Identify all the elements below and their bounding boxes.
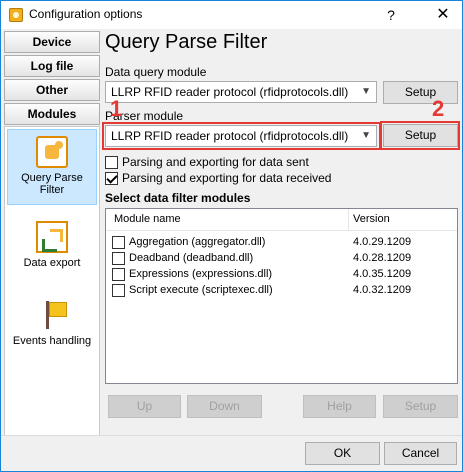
- annotation-number-1: 1: [110, 96, 123, 121]
- module-name: Script execute (scriptexec.dll): [129, 284, 273, 296]
- app-icon: [9, 8, 23, 22]
- module-name: Expressions (expressions.dll): [129, 268, 273, 280]
- row-checkbox[interactable]: [112, 252, 125, 265]
- column-version[interactable]: Version: [353, 213, 390, 225]
- annotation-number-2: 2: [432, 96, 445, 121]
- module-version: 4.0.32.1209: [353, 284, 412, 296]
- row-checkbox[interactable]: [112, 284, 125, 297]
- data-query-module-select[interactable]: LLRP RFID reader protocol (rfidprotocols…: [105, 81, 377, 103]
- parse-received-checkbox[interactable]: [105, 172, 118, 185]
- close-button[interactable]: ✕: [433, 5, 453, 25]
- window-title: Configuration options: [29, 7, 143, 21]
- parse-received-label: Parsing and exporting for data received: [122, 171, 332, 185]
- help-title-button[interactable]: ?: [381, 5, 401, 25]
- module-name: Deadband (deadband.dll): [129, 252, 254, 264]
- tab-other[interactable]: Other: [4, 79, 100, 101]
- ok-button[interactable]: OK: [305, 442, 380, 465]
- nav-item-query-parse-filter[interactable]: Query Parse Filter: [7, 129, 97, 205]
- parse-sent-checkbox[interactable]: [105, 156, 118, 169]
- table-row[interactable]: Expressions (expressions.dll) 4.0.35.120…: [106, 266, 457, 283]
- page-title: Query Parse Filter: [105, 31, 268, 53]
- highlight-setup-button: [380, 121, 460, 150]
- export-icon: [36, 221, 68, 253]
- highlight-parser-select: [102, 122, 381, 150]
- help-button[interactable]: Help: [303, 395, 376, 418]
- table-row[interactable]: Aggregation (aggregator.dll) 4.0.29.1209: [106, 234, 457, 251]
- title-bar: Configuration options ? ✕: [1, 1, 462, 29]
- column-module-name[interactable]: Module name: [114, 213, 181, 225]
- nav-item-label: Query Parse Filter: [21, 172, 83, 196]
- up-button[interactable]: Up: [108, 395, 181, 418]
- flag-icon: [36, 299, 68, 331]
- nav-item-events-handling[interactable]: Events handling: [7, 293, 97, 355]
- cancel-button[interactable]: Cancel: [384, 442, 457, 465]
- module-version: 4.0.28.1209: [353, 252, 412, 264]
- parse-sent-label: Parsing and exporting for data sent: [122, 155, 309, 169]
- filter-setup-button[interactable]: Setup: [383, 395, 458, 418]
- chevron-down-icon: ▼: [361, 86, 371, 97]
- puzzle-icon: [36, 136, 68, 168]
- nav-item-label: Data export: [23, 257, 81, 269]
- configuration-window: Configuration options ? ✕ Device Log fil…: [0, 0, 463, 472]
- down-button[interactable]: Down: [187, 395, 262, 418]
- table-row[interactable]: Deadband (deadband.dll) 4.0.28.1209: [106, 250, 457, 267]
- table-row[interactable]: Script execute (scriptexec.dll) 4.0.32.1…: [106, 282, 457, 299]
- nav-item-label: Events handling: [12, 335, 92, 347]
- module-version: 4.0.35.1209: [353, 268, 412, 280]
- filter-modules-list: Module name Version Aggregation (aggrega…: [105, 208, 458, 384]
- module-version: 4.0.29.1209: [353, 236, 412, 248]
- dialog-footer: OK Cancel: [1, 435, 462, 471]
- tab-device[interactable]: Device: [4, 31, 100, 53]
- row-checkbox[interactable]: [112, 268, 125, 281]
- data-query-module-label: Data query module: [105, 65, 207, 79]
- column-divider: [348, 209, 349, 231]
- data-query-setup-button[interactable]: Setup: [383, 81, 458, 104]
- data-query-module-value: LLRP RFID reader protocol (rfidprotocols…: [111, 85, 349, 99]
- modules-nav-panel: Query Parse Filter Data export Events ha…: [4, 126, 100, 436]
- tab-log-file[interactable]: Log file: [4, 55, 100, 77]
- tab-modules[interactable]: Modules: [4, 103, 100, 125]
- module-name: Aggregation (aggregator.dll): [129, 236, 266, 248]
- row-checkbox[interactable]: [112, 236, 125, 249]
- list-header: Module name Version: [106, 209, 457, 231]
- nav-item-data-export[interactable]: Data export: [7, 215, 97, 275]
- filter-modules-title: Select data filter modules: [105, 191, 251, 205]
